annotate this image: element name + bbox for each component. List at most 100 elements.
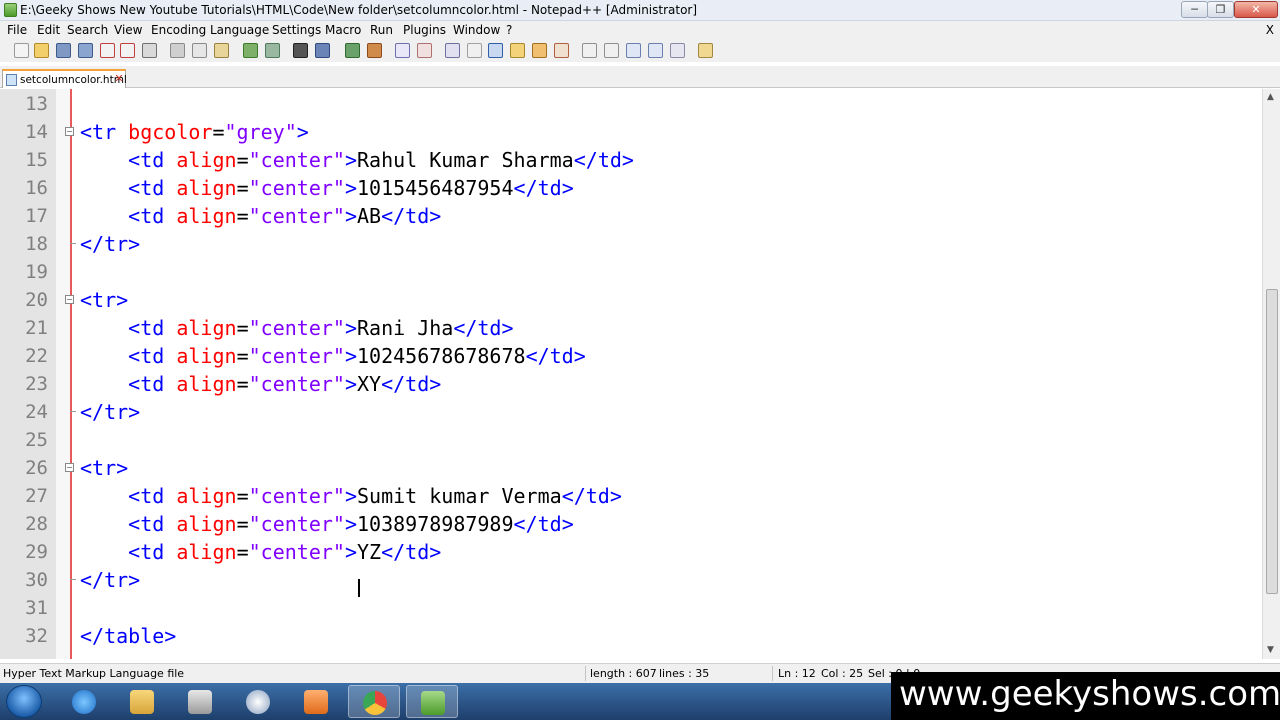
fold-toggle-icon[interactable]: − bbox=[65, 463, 74, 472]
code-token: </tr> bbox=[80, 400, 141, 424]
close-button[interactable]: ✕ bbox=[1234, 1, 1278, 18]
menu-edit[interactable]: Edit bbox=[37, 23, 60, 37]
fold-toggle-icon[interactable]: − bbox=[65, 295, 74, 304]
code-line[interactable]: 28 <td align="center">1038978987989</td> bbox=[0, 510, 1262, 538]
menu-settings[interactable]: Settings bbox=[272, 23, 321, 37]
plugin-icon[interactable] bbox=[698, 43, 713, 58]
toolbar bbox=[0, 40, 1280, 62]
print-icon[interactable] bbox=[142, 43, 157, 58]
code-text: </table> bbox=[80, 622, 176, 650]
tab-close-icon[interactable]: ✕ bbox=[113, 73, 125, 85]
code-line[interactable]: 22 <td align="center">10245678678678</td… bbox=[0, 342, 1262, 370]
stop-recording-icon[interactable] bbox=[604, 43, 619, 58]
line-number: 27 bbox=[25, 485, 48, 507]
code-editor[interactable]: 13 14− <tr bgcolor="grey"> 15 <td align="ce… bbox=[0, 89, 1262, 659]
menu-file[interactable]: File bbox=[7, 23, 27, 37]
menu-encoding[interactable]: Encoding bbox=[151, 23, 206, 37]
replace-icon[interactable] bbox=[315, 43, 330, 58]
chrome-icon[interactable] bbox=[348, 685, 400, 718]
code-line[interactable]: 20 − <tr> bbox=[0, 286, 1262, 314]
function-list-icon[interactable] bbox=[554, 43, 569, 58]
minimize-button[interactable]: ─ bbox=[1181, 1, 1208, 18]
code-text: <tr> bbox=[80, 454, 128, 482]
code-line[interactable]: 27 <td align="center">Sumit kumar Verma<… bbox=[0, 482, 1262, 510]
maximize-button[interactable]: ❐ bbox=[1207, 1, 1234, 18]
code-token: > bbox=[344, 204, 357, 228]
window-titlebar: E:\Geeky Shows New Youtube Tutorials\HTM… bbox=[0, 0, 1280, 21]
close-all-icon[interactable] bbox=[120, 43, 135, 58]
menu-view[interactable]: View bbox=[114, 23, 142, 37]
doc-map-icon[interactable] bbox=[532, 43, 547, 58]
code-line[interactable]: 21 <td align="center">Rani Jha</td> bbox=[0, 314, 1262, 342]
internet-explorer-icon[interactable] bbox=[58, 685, 110, 718]
copy-icon[interactable] bbox=[192, 43, 207, 58]
save-icon[interactable] bbox=[56, 43, 71, 58]
code-token: align bbox=[176, 540, 237, 564]
scrollbar-thumb[interactable] bbox=[1266, 289, 1278, 594]
word-wrap-icon[interactable] bbox=[445, 43, 460, 58]
snipping-tool-icon[interactable] bbox=[232, 685, 284, 718]
code-line[interactable]: 31 bbox=[0, 594, 1262, 622]
scroll-down-icon[interactable]: ▼ bbox=[1267, 646, 1276, 655]
menu-language[interactable]: Language bbox=[210, 23, 269, 37]
find-icon[interactable] bbox=[293, 43, 308, 58]
menu-run[interactable]: Run bbox=[370, 23, 393, 37]
vertical-scrollbar[interactable]: ▲ ▼ bbox=[1262, 89, 1280, 659]
code-line[interactable]: 19 bbox=[0, 258, 1262, 286]
code-line[interactable]: 17 <td align="center">AB</td> bbox=[0, 202, 1262, 230]
code-line[interactable]: 26 − <tr> bbox=[0, 454, 1262, 482]
code-line[interactable]: 16 <td align="center">1015456487954</td> bbox=[0, 174, 1262, 202]
record-macro-icon[interactable] bbox=[582, 43, 597, 58]
indent-guide-icon[interactable] bbox=[488, 43, 503, 58]
menu-plugins[interactable]: Plugins bbox=[403, 23, 446, 37]
undo-icon[interactable] bbox=[243, 43, 258, 58]
code-line[interactable]: 23 <td align="center">XY</td> bbox=[0, 370, 1262, 398]
fold-toggle-icon[interactable]: − bbox=[65, 127, 74, 136]
library-icon[interactable] bbox=[174, 685, 226, 718]
cut-icon[interactable] bbox=[170, 43, 185, 58]
code-line[interactable]: 29 <td align="center">YZ</td> bbox=[0, 538, 1262, 566]
file-explorer-icon[interactable] bbox=[116, 685, 168, 718]
play-macro-icon[interactable] bbox=[626, 43, 641, 58]
redo-icon[interactable] bbox=[265, 43, 280, 58]
code-token: = bbox=[236, 316, 249, 340]
tab-setcolumncolor[interactable]: setcolumncolor.html ✕ bbox=[2, 69, 127, 88]
media-player-icon[interactable] bbox=[290, 685, 342, 718]
code-line[interactable]: 13 bbox=[0, 90, 1262, 118]
code-line[interactable]: 24 </tr> bbox=[0, 398, 1262, 426]
zoom-out-icon[interactable] bbox=[367, 43, 382, 58]
start-orb-icon[interactable] bbox=[6, 685, 42, 718]
menu-macro[interactable]: Macro bbox=[325, 23, 361, 37]
run-macro-multiple-icon[interactable] bbox=[648, 43, 663, 58]
code-token: = bbox=[236, 484, 249, 508]
show-all-chars-icon[interactable] bbox=[467, 43, 482, 58]
code-line[interactable]: 15 <td align="center">Rahul Kumar Sharma… bbox=[0, 146, 1262, 174]
save-all-icon[interactable] bbox=[78, 43, 93, 58]
sync-horizontal-icon[interactable] bbox=[417, 43, 432, 58]
code-line[interactable]: 18 </tr> bbox=[0, 230, 1262, 258]
code-line[interactable]: 14 − <tr bgcolor="grey"> bbox=[0, 118, 1262, 146]
open-file-icon[interactable] bbox=[34, 43, 49, 58]
menu-bar: File Edit Search View Encoding Language … bbox=[0, 21, 1280, 40]
code-line[interactable]: 32 </table> bbox=[0, 622, 1262, 650]
code-line[interactable]: 30 </tr> bbox=[0, 566, 1262, 594]
scroll-up-icon[interactable]: ▲ bbox=[1267, 93, 1276, 102]
code-token: "center" bbox=[248, 204, 345, 228]
user-language-icon[interactable] bbox=[510, 43, 525, 58]
code-line[interactable]: 25 bbox=[0, 426, 1262, 454]
save-macro-icon[interactable] bbox=[670, 43, 685, 58]
code-token: </td> bbox=[381, 204, 442, 228]
menu-window[interactable]: Window bbox=[453, 23, 500, 37]
new-file-icon[interactable] bbox=[14, 43, 29, 58]
notepad-plus-plus-icon[interactable] bbox=[406, 685, 458, 718]
code-token: = bbox=[236, 344, 249, 368]
zoom-in-icon[interactable] bbox=[345, 43, 360, 58]
code-text: <tr bgcolor="grey"> bbox=[80, 118, 309, 146]
close-file-icon[interactable] bbox=[100, 43, 115, 58]
menu-help[interactable]: ? bbox=[506, 23, 512, 37]
close-document-button[interactable]: X bbox=[1266, 23, 1274, 37]
sync-vertical-icon[interactable] bbox=[395, 43, 410, 58]
menu-search[interactable]: Search bbox=[67, 23, 108, 37]
paste-icon[interactable] bbox=[214, 43, 229, 58]
line-number: 30 bbox=[25, 569, 48, 591]
